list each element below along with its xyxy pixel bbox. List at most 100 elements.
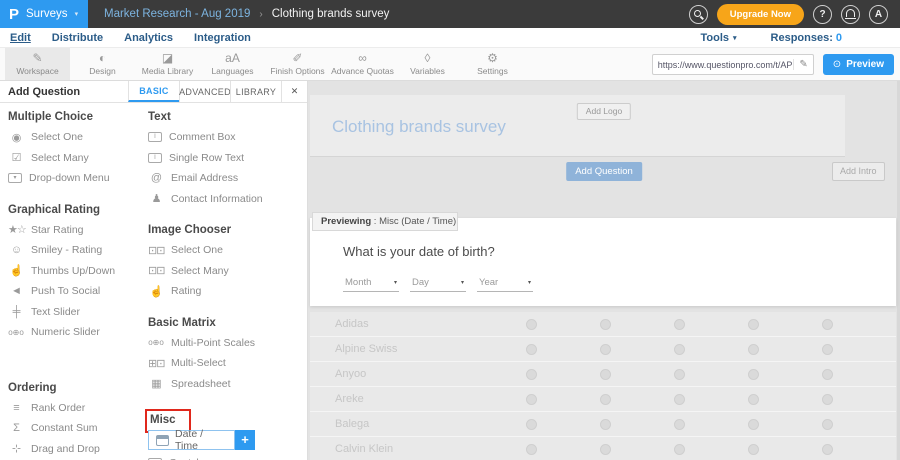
toolbar-item-design[interactable]: ◐Design bbox=[70, 48, 135, 80]
survey-url-field[interactable]: https://www.questionpro.com/t/APNrfZ ✎ bbox=[652, 54, 814, 75]
panel-item-numeric-slider[interactable]: o⊕oNumeric Slider bbox=[8, 322, 140, 343]
section-title-ordering: Ordering bbox=[8, 379, 140, 398]
toolbar-item-variables[interactable]: ◊Variables bbox=[395, 48, 460, 80]
disabled-matrix-question[interactable]: AdidasAlpine SwissAnyooArekeBalegaCalvin… bbox=[310, 312, 896, 460]
preview-button[interactable]: ⊙ Preview bbox=[823, 54, 894, 75]
add-logo-button[interactable]: Add Logo bbox=[577, 103, 631, 120]
preview-question-card[interactable]: What is your date of birth? Month▾ Day▾ Ye… bbox=[310, 218, 896, 306]
nav-tab-distribute[interactable]: Distribute bbox=[52, 32, 103, 44]
month-select[interactable]: Month▾ bbox=[343, 275, 399, 292]
toolbar-item-workspace[interactable]: ✎Workspace bbox=[5, 48, 70, 80]
add-question-type-button[interactable]: + bbox=[235, 430, 255, 450]
panel-item-captcha[interactable]: vsCaptcha bbox=[148, 453, 306, 460]
matrix-cell bbox=[790, 369, 864, 380]
search-button[interactable] bbox=[689, 5, 708, 24]
panel-item-select-one[interactable]: ⊡⊡Select One bbox=[148, 240, 306, 261]
panel-item-date-time[interactable]: Date / Time bbox=[148, 430, 235, 450]
panel-item-constant-sum[interactable]: ΣConstant Sum bbox=[8, 418, 140, 439]
panel-item-email-address[interactable]: @Email Address bbox=[148, 168, 306, 189]
panel-header: Add Question BASICADVANCEDLIBRARY ✕ bbox=[0, 81, 307, 103]
panel-item-text-slider[interactable]: ╪Text Slider bbox=[8, 302, 140, 323]
nav-tab-analytics[interactable]: Analytics bbox=[124, 32, 173, 44]
panel-tab-advanced[interactable]: ADVANCED bbox=[179, 81, 230, 102]
panel-item-select-many[interactable]: ⊡⊡Select Many bbox=[148, 261, 306, 282]
panel-item-select-one[interactable]: ◉Select One bbox=[8, 127, 140, 148]
toolbar-item-media-library[interactable]: ◪Media Library bbox=[135, 48, 200, 80]
day-select[interactable]: Day▾ bbox=[410, 275, 466, 292]
radio-button bbox=[526, 319, 537, 330]
magic-wand-icon: ✐ bbox=[292, 52, 302, 65]
matrix-row: Adidas bbox=[310, 312, 896, 337]
panel-item-comment-box[interactable]: IComment Box bbox=[148, 127, 306, 148]
avatar[interactable]: A bbox=[869, 5, 888, 24]
add-question-button[interactable]: Add Question bbox=[566, 162, 642, 181]
breadcrumb: Market Research - Aug 2019 › Clothing br… bbox=[104, 8, 389, 20]
app-window: P Surveys ▾ Market Research - Aug 2019 ›… bbox=[0, 0, 900, 460]
dropdown-icon: ▾ bbox=[8, 173, 22, 183]
panel-item-label: Select One bbox=[171, 244, 223, 256]
survey-title[interactable]: Clothing brands survey bbox=[332, 117, 506, 137]
panel-item-drag-and-drop[interactable]: ⊹Drag and Drop bbox=[8, 439, 140, 460]
panel-item-spreadsheet[interactable]: ▦Spreadsheet bbox=[148, 374, 306, 395]
panel-item-drop-down-menu[interactable]: ▾Drop-down Menu bbox=[8, 168, 140, 189]
responses-link[interactable]: Responses:0 bbox=[771, 32, 842, 44]
radio-button bbox=[600, 419, 611, 430]
panel-item-star-rating[interactable]: ★☆Star Rating bbox=[8, 220, 140, 241]
panel-item-multi-point-scales[interactable]: o⊕oMulti-Point Scales bbox=[148, 333, 306, 354]
toolbar-item-label: Settings bbox=[477, 66, 508, 76]
radio-button bbox=[600, 444, 611, 455]
panel-item-smiley-rating[interactable]: ☺Smiley - Rating bbox=[8, 240, 140, 261]
panel-item-rank-order[interactable]: ≡ Rank Order bbox=[8, 398, 140, 419]
radio-button bbox=[748, 344, 759, 355]
panel-item-select-many[interactable]: ☑Select Many bbox=[8, 148, 140, 169]
question-text: What is your date of birth? bbox=[343, 244, 495, 259]
matrix-cell bbox=[642, 394, 716, 405]
add-intro-button[interactable]: Add Intro bbox=[832, 162, 885, 181]
panel-item-label: Select Many bbox=[31, 152, 89, 164]
tools-menu[interactable]: Tools ▾ bbox=[700, 32, 736, 44]
year-select[interactable]: Year▾ bbox=[477, 275, 533, 292]
panel-tab-basic[interactable]: BASIC bbox=[128, 81, 179, 102]
panel-item-multi-select[interactable]: ⊞⊡Multi-Select bbox=[148, 353, 306, 374]
panel-item-contact-information[interactable]: ♟Contact Information bbox=[148, 189, 306, 210]
panel-tab-library[interactable]: LIBRARY bbox=[230, 81, 281, 102]
toolbar-item-advance-quotas[interactable]: ∞Advance Quotas bbox=[330, 48, 395, 80]
radio-button bbox=[748, 394, 759, 405]
radio-button bbox=[600, 319, 611, 330]
upgrade-now-button[interactable]: Upgrade Now bbox=[717, 4, 804, 25]
toolbar-item-label: Advance Quotas bbox=[331, 66, 394, 76]
chevron-down-icon: ▾ bbox=[75, 10, 79, 18]
topbar-actions: Upgrade Now ? A bbox=[689, 4, 900, 25]
matrix-cell bbox=[494, 369, 568, 380]
toolbar-item-label: Languages bbox=[211, 66, 253, 76]
panel-item-push-to-social[interactable]: ◄Push To Social bbox=[8, 281, 140, 302]
matrix-cell bbox=[568, 369, 642, 380]
section-multiple-choice: Multiple Choice◉Select One☑Select Many▾D… bbox=[8, 108, 140, 189]
panel-item-rating[interactable]: ☝Rating bbox=[148, 281, 306, 302]
panel-item-single-row-text[interactable]: ISingle Row Text bbox=[148, 148, 306, 169]
toolbar-item-label: Workspace bbox=[16, 66, 58, 76]
toolbar-item-languages[interactable]: aALanguages bbox=[200, 48, 265, 80]
help-button[interactable]: ? bbox=[813, 5, 832, 24]
nav-tab-edit[interactable]: Edit bbox=[10, 32, 31, 44]
panel-item-label: Push To Social bbox=[31, 285, 100, 297]
panel-item-label: Multi-Select bbox=[171, 357, 226, 369]
edit-toolbar: ✎Workspace◐Design◪Media LibraryaALanguag… bbox=[0, 48, 900, 81]
panel-item-label: Rank Order bbox=[31, 402, 85, 414]
radio-button bbox=[748, 319, 759, 330]
nav-tab-integration[interactable]: Integration bbox=[194, 32, 251, 44]
toolbar-item-finish-options[interactable]: ✐Finish Options bbox=[265, 48, 330, 80]
panel-item-thumbs-up-down[interactable]: ☝Thumbs Up/Down bbox=[8, 261, 140, 282]
panel-item-label: Single Row Text bbox=[169, 152, 244, 164]
panel-item-label: Contact Information bbox=[171, 193, 263, 205]
select-value: Day bbox=[412, 277, 429, 288]
close-icon[interactable]: ✕ bbox=[281, 81, 307, 102]
edit-url-pencil-icon[interactable]: ✎ bbox=[793, 59, 807, 70]
breadcrumb-folder-link[interactable]: Market Research - Aug 2019 bbox=[104, 8, 250, 20]
notifications-button[interactable] bbox=[841, 5, 860, 24]
rank-order-icon: ≡ bbox=[8, 402, 24, 414]
section-title-text: Misc bbox=[150, 414, 176, 426]
nav-right: Tools ▾ Responses:0 bbox=[700, 32, 900, 44]
toolbar-item-settings[interactable]: ⚙Settings bbox=[460, 48, 525, 80]
surveys-menu[interactable]: P Surveys ▾ bbox=[0, 0, 88, 28]
